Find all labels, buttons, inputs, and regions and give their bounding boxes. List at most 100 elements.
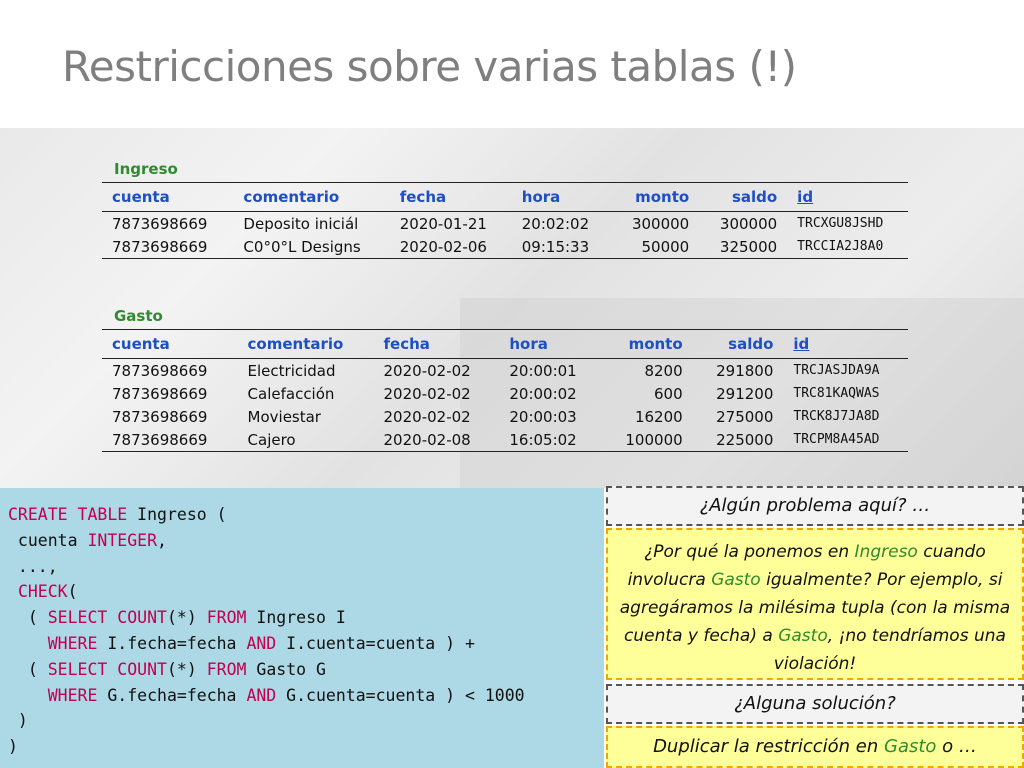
ingreso-header-row: cuenta comentario fecha hora monto saldo… <box>102 182 908 212</box>
table-ref-gasto: Gasto <box>778 626 828 646</box>
sql-keyword: INTEGER <box>87 530 158 550</box>
sql-keyword: AND <box>246 685 277 705</box>
column-header-saldo: saldo <box>731 188 778 206</box>
cell-hora: 20:00:02 <box>509 384 577 403</box>
sql-code-panel: CREATE TABLE Ingreso ( cuenta INTEGER, .… <box>0 488 604 768</box>
sql-text: I.fecha=fecha <box>97 633 247 653</box>
cell-hora: 20:02:02 <box>521 214 590 233</box>
cell-fecha: 2020-02-08 <box>383 430 471 449</box>
sql-text: ( <box>67 582 78 602</box>
cell-monto: 16200 <box>634 407 683 426</box>
answer-text: o … <box>936 736 977 757</box>
sql-text: Gasto G <box>246 659 326 679</box>
sql-text: , <box>157 530 167 550</box>
cell-saldo: 325000 <box>719 237 778 256</box>
cell-id: TRC81KAQWAS <box>793 386 880 401</box>
cell-hora: 20:00:03 <box>509 407 577 426</box>
sql-keyword: CREATE TABLE <box>8 505 128 524</box>
sql-keyword: WHERE <box>47 685 98 705</box>
question-box-solution: ¿Alguna solución? <box>606 684 1024 724</box>
ingreso-table: cuenta comentario fecha hora monto saldo… <box>102 182 908 259</box>
column-header-fecha: fecha <box>399 188 447 206</box>
cell-id: TRCK8J7JA8D <box>793 409 880 424</box>
answer-box: Duplicar la restricción en Gasto o … <box>606 726 1024 768</box>
question-box-problem: ¿Algún problema aquí? … <box>606 486 1024 526</box>
column-header-monto: monto <box>628 335 683 353</box>
sql-keyword: WHERE <box>47 633 98 653</box>
cell-saldo: 291800 <box>716 361 774 380</box>
column-header-fecha: fecha <box>383 335 430 353</box>
sql-text: ..., <box>8 556 58 576</box>
question-text: ¿Algún problema aquí? … <box>699 495 931 516</box>
cell-comentario: Calefacción <box>247 384 335 403</box>
sql-text: G.cuenta=cuenta ) < 1000 <box>276 685 525 705</box>
cell-monto: 8200 <box>644 361 683 380</box>
column-header-hora: hora <box>509 335 548 353</box>
ingreso-table-name: Ingreso <box>114 160 178 178</box>
column-header-comentario: comentario <box>247 335 344 353</box>
cell-cuenta: 7873698669 <box>112 214 208 233</box>
cell-cuenta: 7873698669 <box>112 237 208 256</box>
cell-hora: 09:15:33 <box>521 237 590 256</box>
cell-hora: 16:05:02 <box>509 430 577 449</box>
cell-monto: 600 <box>654 384 683 403</box>
answer-text: Duplicar la restricción en <box>653 736 885 757</box>
cell-id: TRCJASJDA9A <box>793 363 880 378</box>
sql-text: ) <box>8 737 18 757</box>
sql-text: I.cuenta=cuenta ) + <box>276 633 475 653</box>
column-header-hora: hora <box>521 188 561 206</box>
cell-saldo: 225000 <box>716 430 774 449</box>
sql-text: ( <box>8 659 48 679</box>
sql-keyword: COUNT <box>117 608 167 628</box>
sql-keyword: SELECT <box>47 659 108 679</box>
column-header-cuenta: cuenta <box>112 188 170 206</box>
ingreso-table-block: Ingreso cuenta comentario fecha hora mon… <box>102 160 908 259</box>
cell-fecha: 2020-02-02 <box>383 361 471 380</box>
cell-fecha: 2020-02-06 <box>399 237 487 256</box>
sql-text: ) <box>8 711 28 731</box>
explanation-text: ¿Por qué la ponemos en <box>644 542 855 562</box>
cell-id: TRCXGU8JSHD <box>797 216 884 231</box>
cell-comentario: Cajero <box>247 430 296 449</box>
table-row: 7873698669 Moviestar 2020-02-02 20:00:03… <box>102 405 908 428</box>
gasto-table-block: Gasto cuenta comentario fecha hora monto… <box>102 307 908 452</box>
explanation-box: ¿Por qué la ponemos en Ingreso cuando in… <box>606 528 1024 680</box>
sql-keyword: FROM <box>206 659 247 679</box>
sql-text: Ingreso ( <box>127 505 227 524</box>
gasto-header-row: cuenta comentario fecha hora monto saldo… <box>102 329 908 359</box>
sql-text: (*) <box>166 608 207 628</box>
slide-title: Restricciones sobre varias tablas (!) <box>62 42 797 91</box>
sql-text: (*) <box>166 659 207 679</box>
table-row: 7873698669 Calefacción 2020-02-02 20:00:… <box>102 382 908 405</box>
sql-text: ( <box>8 608 48 628</box>
sql-text: cuenta <box>8 530 88 550</box>
cell-saldo: 300000 <box>719 214 778 233</box>
table-ref-gasto: Gasto <box>884 736 937 757</box>
cell-monto: 300000 <box>631 214 690 233</box>
gasto-table-name: Gasto <box>114 307 163 325</box>
sql-keyword: COUNT <box>117 659 167 679</box>
cell-saldo: 275000 <box>716 407 774 426</box>
column-header-id: id <box>793 335 810 353</box>
cell-monto: 50000 <box>641 237 690 256</box>
cell-cuenta: 7873698669 <box>112 430 208 449</box>
column-header-id: id <box>797 188 814 206</box>
sql-keyword: FROM <box>206 608 247 628</box>
column-header-saldo: saldo <box>728 335 774 353</box>
sql-keyword: SELECT <box>47 608 108 628</box>
table-row: 7873698669 Cajero 2020-02-08 16:05:02 10… <box>102 428 908 452</box>
table-ref-gasto: Gasto <box>711 570 761 590</box>
sql-keyword: CHECK <box>17 582 68 602</box>
cell-cuenta: 7873698669 <box>112 384 208 403</box>
cell-hora: 20:00:01 <box>509 361 577 380</box>
column-header-cuenta: cuenta <box>112 335 170 353</box>
sql-text: Ingreso I <box>246 608 346 628</box>
cell-id: TRCPM8A45AD <box>793 432 880 447</box>
table-row: 7873698669 C0°0°L Designs 2020-02-06 09:… <box>102 235 908 259</box>
cell-fecha: 2020-01-21 <box>399 214 487 233</box>
cell-cuenta: 7873698669 <box>112 361 208 380</box>
